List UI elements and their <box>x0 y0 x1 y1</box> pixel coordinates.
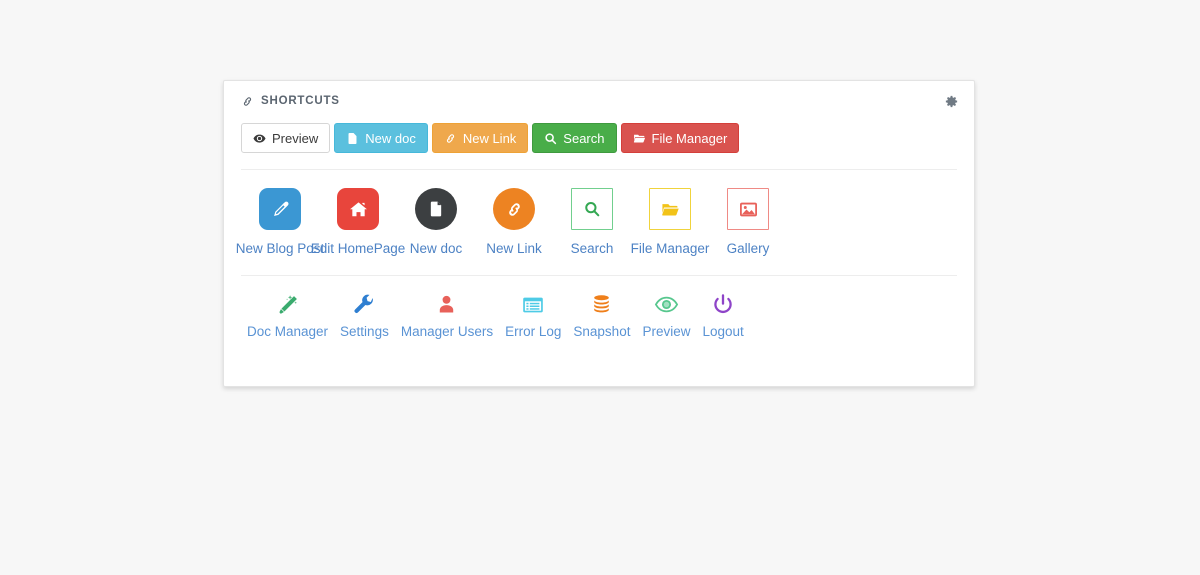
tile-label: Gallery <box>726 241 770 256</box>
quick-action-doc-manager[interactable]: Doc Manager <box>241 292 334 339</box>
open-folder-icon <box>633 132 646 145</box>
tile-badge <box>415 188 457 230</box>
magic-wand-icon <box>276 292 300 318</box>
quick-action-label: Doc Manager <box>247 323 329 339</box>
eye-icon <box>654 292 679 318</box>
shortcut-button-row: Preview New doc New Link Search File Man… <box>224 123 974 153</box>
quick-action-logout[interactable]: Logout <box>696 292 749 339</box>
tile-new-doc[interactable]: New doc <box>397 188 475 256</box>
search-button-label: Search <box>563 130 605 146</box>
quick-action-label: Snapshot <box>573 323 631 339</box>
quick-action-manager-users[interactable]: Manager Users <box>395 292 499 339</box>
quick-action-label: Preview <box>642 323 691 339</box>
document-icon <box>427 200 445 218</box>
magnifier-icon <box>583 200 601 218</box>
quick-action-label: Logout <box>702 323 744 339</box>
database-icon <box>590 292 613 318</box>
new-doc-button-label: New doc <box>365 130 416 146</box>
quick-action-label: Settings <box>340 323 389 339</box>
tile-label: File Manager <box>630 241 710 256</box>
user-icon <box>435 292 458 318</box>
card-header: SHORTCUTS <box>224 81 974 122</box>
eye-icon <box>253 132 266 145</box>
tile-search[interactable]: Search <box>553 188 631 256</box>
page-root: SHORTCUTS Preview New doc New Link Searc… <box>0 0 1200 575</box>
shortcut-tile-row: New Blog Post Edit HomePage New doc New … <box>224 170 974 256</box>
quick-action-settings[interactable]: Settings <box>334 292 395 339</box>
tile-label: Edit HomePage <box>310 241 406 256</box>
preview-button[interactable]: Preview <box>241 123 331 153</box>
open-folder-icon <box>661 200 680 219</box>
new-link-button-label: New Link <box>462 130 517 146</box>
list-table-icon <box>521 292 545 318</box>
magnifier-icon <box>544 132 557 145</box>
tile-file-manager[interactable]: File Manager <box>631 188 709 256</box>
chain-link-icon <box>444 132 457 145</box>
tile-label: New doc <box>409 241 463 256</box>
tile-edit-homepage[interactable]: Edit HomePage <box>311 188 405 256</box>
tile-badge <box>259 188 301 230</box>
document-icon <box>346 132 359 145</box>
chain-link-icon <box>505 200 524 219</box>
tile-label: New Link <box>486 241 542 256</box>
new-link-button[interactable]: New Link <box>431 123 529 153</box>
tile-new-link[interactable]: New Link <box>475 188 553 256</box>
pencil-icon <box>271 200 290 219</box>
quick-action-row: Doc Manager Settings Manager Users Error… <box>224 276 974 339</box>
tile-badge <box>571 188 613 230</box>
tile-badge <box>727 188 769 230</box>
home-icon <box>349 200 368 219</box>
quick-action-preview[interactable]: Preview <box>636 292 696 339</box>
quick-action-error-log[interactable]: Error Log <box>499 292 567 339</box>
tile-badge <box>337 188 379 230</box>
file-manager-button-label: File Manager <box>651 130 728 146</box>
quick-action-snapshot[interactable]: Snapshot <box>567 292 636 339</box>
file-manager-button[interactable]: File Manager <box>620 123 740 153</box>
power-icon <box>711 292 735 318</box>
tile-badge <box>649 188 691 230</box>
chain-link-icon <box>241 95 254 108</box>
quick-action-label: Manager Users <box>400 323 494 339</box>
image-icon <box>739 200 758 219</box>
new-doc-button[interactable]: New doc <box>334 123 428 153</box>
tile-label: Search <box>570 241 614 256</box>
card-header-left: SHORTCUTS <box>241 95 340 108</box>
shortcuts-card: SHORTCUTS Preview New doc New Link Searc… <box>223 80 975 387</box>
tile-new-blog-post[interactable]: New Blog Post <box>236 188 324 256</box>
preview-button-label: Preview <box>272 130 319 146</box>
gear-icon[interactable] <box>942 92 960 110</box>
tile-badge <box>493 188 535 230</box>
tile-gallery[interactable]: Gallery <box>709 188 787 256</box>
page-title: SHORTCUTS <box>261 94 340 107</box>
quick-action-label: Error Log <box>505 323 562 339</box>
wrench-icon <box>352 292 376 318</box>
search-button[interactable]: Search <box>532 123 617 153</box>
